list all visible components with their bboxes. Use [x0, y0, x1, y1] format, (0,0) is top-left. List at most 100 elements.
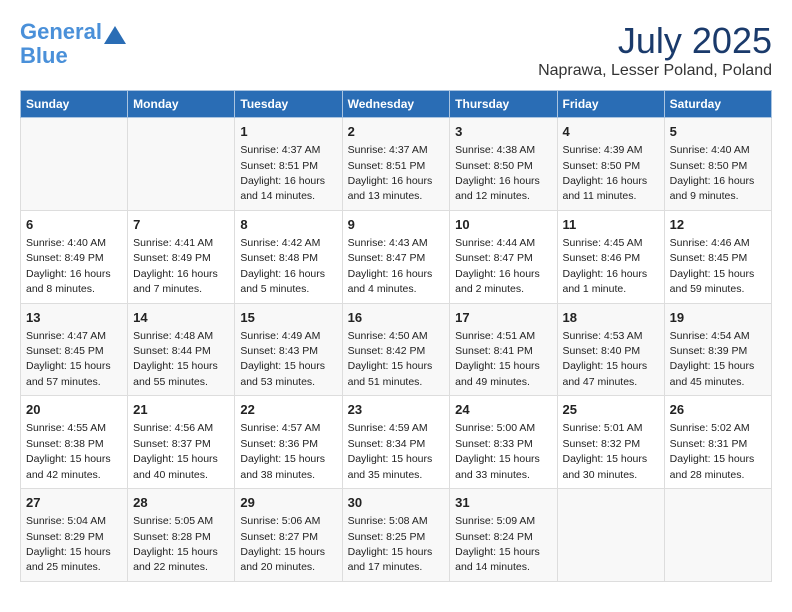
- day-number: 6: [26, 216, 122, 234]
- calendar-week-row: 27 Sunrise: 5:04 AMSunset: 8:29 PMDayligh…: [21, 489, 772, 582]
- day-info: Sunrise: 4:59 AMSunset: 8:34 PMDaylight:…: [348, 422, 433, 480]
- day-number: 21: [133, 401, 229, 419]
- weekday-friday: Friday: [557, 91, 664, 118]
- calendar-week-row: 20Sunrise: 4:55 AMSunset: 8:38 PMDayligh…: [21, 396, 772, 489]
- logo-text: GeneralBlue: [20, 20, 102, 68]
- calendar-cell: 17 Sunrise: 4:51 AMSunset: 8:41 PMDayligh…: [450, 303, 557, 396]
- day-info: Sunrise: 4:42 AMSunset: 8:48 PMDaylight:…: [240, 237, 325, 295]
- calendar-cell: 19 Sunrise: 4:54 AMSunset: 8:39 PMDayligh…: [664, 303, 771, 396]
- calendar-cell: 12 Sunrise: 4:46 AMSunset: 8:45 PMDayligh…: [664, 210, 771, 303]
- calendar-cell: 28 Sunrise: 5:05 AMSunset: 8:28 PMDayligh…: [128, 489, 235, 582]
- day-number: 11: [563, 216, 659, 234]
- day-number: 24: [455, 401, 551, 419]
- calendar-cell: 6 Sunrise: 4:40 AMSunset: 8:49 PMDaylight…: [21, 210, 128, 303]
- title-block: July 2025 Naprawa, Lesser Poland, Poland: [538, 20, 772, 80]
- day-info: Sunrise: 5:01 AMSunset: 8:32 PMDaylight:…: [563, 422, 648, 480]
- calendar-cell: 20Sunrise: 4:55 AMSunset: 8:38 PMDayligh…: [21, 396, 128, 489]
- day-number: 12: [670, 216, 766, 234]
- calendar-cell: 14Sunrise: 4:48 AMSunset: 8:44 PMDayligh…: [128, 303, 235, 396]
- day-info: Sunrise: 4:43 AMSunset: 8:47 PMDaylight:…: [348, 237, 433, 295]
- calendar-cell: 3 Sunrise: 4:38 AMSunset: 8:50 PMDaylight…: [450, 118, 557, 211]
- calendar-cell: 23 Sunrise: 4:59 AMSunset: 8:34 PMDayligh…: [342, 396, 450, 489]
- day-info: Sunrise: 4:53 AMSunset: 8:40 PMDaylight:…: [563, 330, 648, 388]
- day-info: Sunrise: 4:48 AMSunset: 8:44 PMDaylight:…: [133, 330, 218, 388]
- calendar-cell: 30 Sunrise: 5:08 AMSunset: 8:25 PMDayligh…: [342, 489, 450, 582]
- calendar-week-row: 6 Sunrise: 4:40 AMSunset: 8:49 PMDaylight…: [21, 210, 772, 303]
- day-number: 27: [26, 494, 122, 512]
- day-info: Sunrise: 4:56 AMSunset: 8:37 PMDaylight:…: [133, 422, 218, 480]
- page-title: July 2025: [538, 20, 772, 62]
- weekday-thursday: Thursday: [450, 91, 557, 118]
- calendar-week-row: 13 Sunrise: 4:47 AMSunset: 8:45 PMDayligh…: [21, 303, 772, 396]
- day-number: 16: [348, 309, 445, 327]
- calendar-cell: 16 Sunrise: 4:50 AMSunset: 8:42 PMDayligh…: [342, 303, 450, 396]
- day-info: Sunrise: 4:47 AMSunset: 8:45 PMDaylight:…: [26, 330, 111, 388]
- calendar-cell: 26Sunrise: 5:02 AMSunset: 8:31 PMDayligh…: [664, 396, 771, 489]
- day-info: Sunrise: 5:08 AMSunset: 8:25 PMDaylight:…: [348, 515, 433, 573]
- day-info: Sunrise: 4:40 AMSunset: 8:50 PMDaylight:…: [670, 144, 755, 202]
- day-number: 28: [133, 494, 229, 512]
- calendar-cell: 4Sunrise: 4:39 AMSunset: 8:50 PMDaylight…: [557, 118, 664, 211]
- day-number: 19: [670, 309, 766, 327]
- day-info: Sunrise: 4:45 AMSunset: 8:46 PMDaylight:…: [563, 237, 648, 295]
- calendar-cell: [664, 489, 771, 582]
- day-number: 22: [240, 401, 336, 419]
- calendar-cell: 21 Sunrise: 4:56 AMSunset: 8:37 PMDayligh…: [128, 396, 235, 489]
- calendar-cell: 13 Sunrise: 4:47 AMSunset: 8:45 PMDayligh…: [21, 303, 128, 396]
- day-number: 5: [670, 123, 766, 141]
- logo-icon: [104, 26, 126, 44]
- day-number: 7: [133, 216, 229, 234]
- day-info: Sunrise: 5:04 AMSunset: 8:29 PMDaylight:…: [26, 515, 111, 573]
- day-number: 1: [240, 123, 336, 141]
- weekday-sunday: Sunday: [21, 91, 128, 118]
- weekday-tuesday: Tuesday: [235, 91, 342, 118]
- day-number: 25: [563, 401, 659, 419]
- day-info: Sunrise: 4:37 AMSunset: 8:51 PMDaylight:…: [348, 144, 433, 202]
- calendar-cell: [21, 118, 128, 211]
- day-number: 18: [563, 309, 659, 327]
- calendar-cell: 24Sunrise: 5:00 AMSunset: 8:33 PMDayligh…: [450, 396, 557, 489]
- calendar-cell: 11 Sunrise: 4:45 AMSunset: 8:46 PMDayligh…: [557, 210, 664, 303]
- day-number: 3: [455, 123, 551, 141]
- day-number: 10: [455, 216, 551, 234]
- calendar-cell: [128, 118, 235, 211]
- page-header: GeneralBlue July 2025 Naprawa, Lesser Po…: [20, 20, 772, 80]
- calendar-cell: 29Sunrise: 5:06 AMSunset: 8:27 PMDayligh…: [235, 489, 342, 582]
- day-number: 4: [563, 123, 659, 141]
- day-info: Sunrise: 4:54 AMSunset: 8:39 PMDaylight:…: [670, 330, 755, 388]
- calendar-cell: 1 Sunrise: 4:37 AMSunset: 8:51 PMDaylight…: [235, 118, 342, 211]
- day-number: 31: [455, 494, 551, 512]
- day-info: Sunrise: 4:57 AMSunset: 8:36 PMDaylight:…: [240, 422, 325, 480]
- day-info: Sunrise: 4:46 AMSunset: 8:45 PMDaylight:…: [670, 237, 755, 295]
- day-info: Sunrise: 5:02 AMSunset: 8:31 PMDaylight:…: [670, 422, 755, 480]
- calendar-cell: 18 Sunrise: 4:53 AMSunset: 8:40 PMDayligh…: [557, 303, 664, 396]
- day-info: Sunrise: 5:06 AMSunset: 8:27 PMDaylight:…: [240, 515, 325, 573]
- day-info: Sunrise: 4:51 AMSunset: 8:41 PMDaylight:…: [455, 330, 540, 388]
- calendar-cell: 27 Sunrise: 5:04 AMSunset: 8:29 PMDayligh…: [21, 489, 128, 582]
- calendar-cell: 10Sunrise: 4:44 AMSunset: 8:47 PMDayligh…: [450, 210, 557, 303]
- calendar-cell: 2Sunrise: 4:37 AMSunset: 8:51 PMDaylight…: [342, 118, 450, 211]
- day-info: Sunrise: 4:49 AMSunset: 8:43 PMDaylight:…: [240, 330, 325, 388]
- calendar-cell: 25 Sunrise: 5:01 AMSunset: 8:32 PMDayligh…: [557, 396, 664, 489]
- day-number: 23: [348, 401, 445, 419]
- calendar-header: SundayMondayTuesdayWednesdayThursdayFrid…: [21, 91, 772, 118]
- weekday-wednesday: Wednesday: [342, 91, 450, 118]
- day-info: Sunrise: 4:40 AMSunset: 8:49 PMDaylight:…: [26, 237, 111, 295]
- weekday-monday: Monday: [128, 91, 235, 118]
- calendar-cell: 31 Sunrise: 5:09 AMSunset: 8:24 PMDayligh…: [450, 489, 557, 582]
- calendar-week-row: 1 Sunrise: 4:37 AMSunset: 8:51 PMDaylight…: [21, 118, 772, 211]
- weekday-saturday: Saturday: [664, 91, 771, 118]
- day-info: Sunrise: 5:09 AMSunset: 8:24 PMDaylight:…: [455, 515, 540, 573]
- day-number: 30: [348, 494, 445, 512]
- day-info: Sunrise: 4:50 AMSunset: 8:42 PMDaylight:…: [348, 330, 433, 388]
- day-info: Sunrise: 4:41 AMSunset: 8:49 PMDaylight:…: [133, 237, 218, 295]
- day-info: Sunrise: 4:37 AMSunset: 8:51 PMDaylight:…: [240, 144, 325, 202]
- calendar-cell: [557, 489, 664, 582]
- day-number: 13: [26, 309, 122, 327]
- day-info: Sunrise: 5:05 AMSunset: 8:28 PMDaylight:…: [133, 515, 218, 573]
- day-number: 17: [455, 309, 551, 327]
- day-info: Sunrise: 4:38 AMSunset: 8:50 PMDaylight:…: [455, 144, 540, 202]
- calendar-cell: 8Sunrise: 4:42 AMSunset: 8:48 PMDaylight…: [235, 210, 342, 303]
- weekday-header-row: SundayMondayTuesdayWednesdayThursdayFrid…: [21, 91, 772, 118]
- day-info: Sunrise: 4:55 AMSunset: 8:38 PMDaylight:…: [26, 422, 111, 480]
